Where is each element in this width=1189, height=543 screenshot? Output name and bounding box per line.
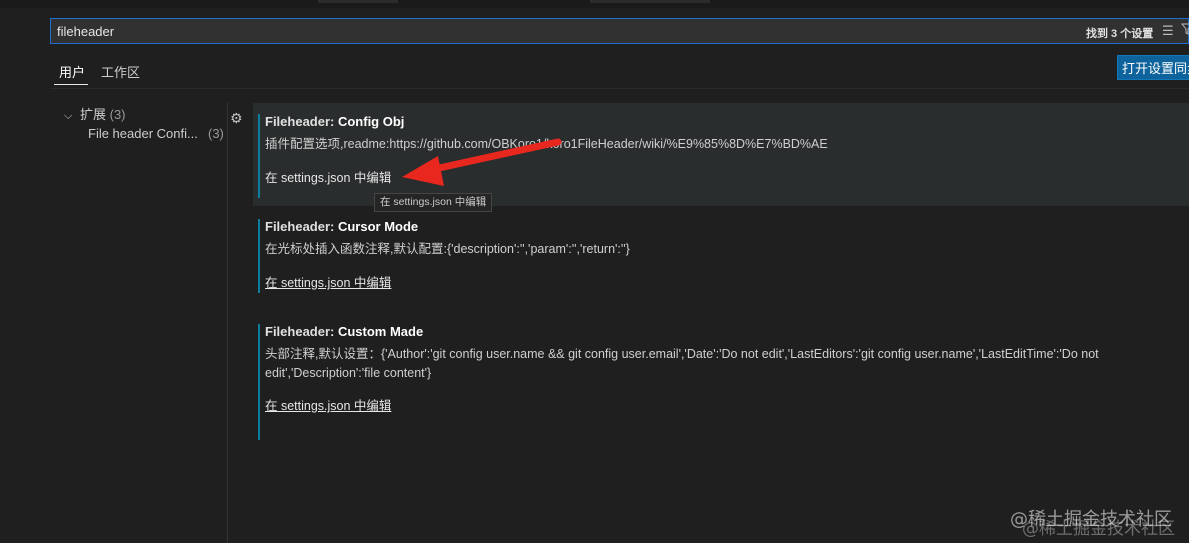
watermark: @稀土掘金技术社区 [1010, 509, 1172, 530]
annotation-arrow [402, 138, 562, 186]
